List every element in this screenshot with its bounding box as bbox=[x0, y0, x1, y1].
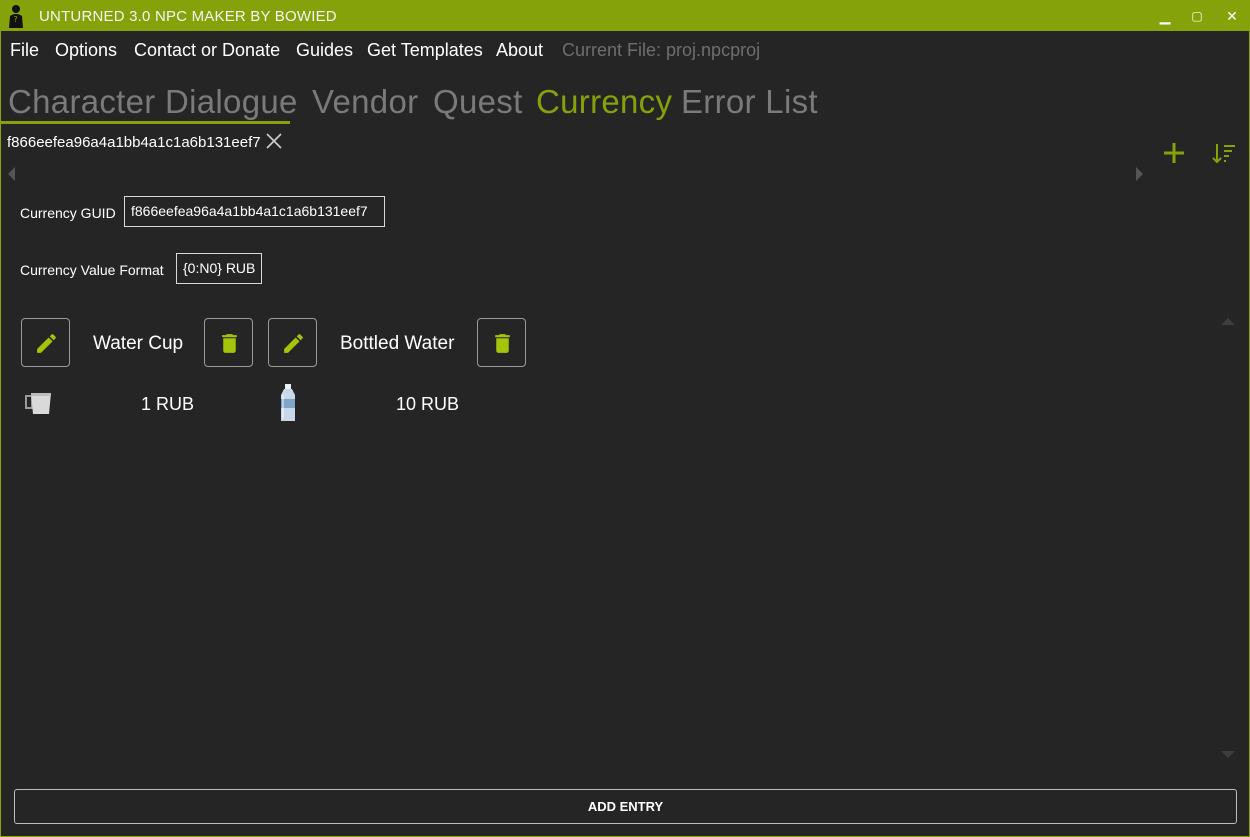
pencil-icon bbox=[37, 334, 56, 353]
guid-field[interactable]: f866eefea96a4a1bb4a1c1a6b131eef7 bbox=[124, 196, 385, 227]
close-icon[interactable] bbox=[264, 131, 284, 151]
scroll-right-icon[interactable] bbox=[1134, 166, 1144, 182]
trash-icon bbox=[222, 334, 237, 353]
delete-button[interactable] bbox=[477, 318, 526, 367]
scroll-down-icon[interactable] bbox=[1220, 750, 1236, 760]
tab-dialogue[interactable]: Dialogue bbox=[165, 83, 298, 121]
delete-button[interactable] bbox=[204, 318, 253, 367]
value-format-label: Currency Value Format bbox=[20, 262, 164, 278]
tab-quest[interactable]: Quest bbox=[433, 83, 523, 121]
scroll-up-icon[interactable] bbox=[1220, 316, 1236, 326]
title-bar: ? UNTURNED 3.0 NPC MAKER BY BOWIED ▁ ▢ ✕ bbox=[0, 0, 1250, 31]
minimize-button[interactable]: ▁ bbox=[1155, 6, 1175, 26]
close-window-button[interactable]: ✕ bbox=[1222, 6, 1242, 26]
tab-character[interactable]: Character bbox=[8, 83, 156, 121]
sort-icon[interactable] bbox=[1212, 142, 1236, 164]
menu-bar: File Options Contact or Donate Guides Ge… bbox=[0, 31, 1250, 67]
maximize-button[interactable]: ▢ bbox=[1187, 6, 1207, 26]
value-format-field[interactable]: {0:N0} RUB bbox=[176, 253, 262, 284]
tab-currency[interactable]: Currency bbox=[536, 83, 672, 121]
menu-guides[interactable]: Guides bbox=[296, 40, 353, 61]
water-cup-icon bbox=[25, 393, 51, 414]
menu-contact-or-donate[interactable]: Contact or Donate bbox=[134, 40, 280, 61]
edit-button[interactable] bbox=[21, 318, 70, 367]
entry-price: 10 RUB bbox=[396, 394, 460, 414]
add-entry-button[interactable]: ADD ENTRY bbox=[14, 789, 1237, 824]
entry-price: 1 RUB bbox=[141, 394, 195, 414]
trash-icon bbox=[495, 334, 510, 353]
menu-options[interactable]: Options bbox=[55, 40, 117, 61]
guid-label: Currency GUID bbox=[20, 205, 116, 221]
window-title: UNTURNED 3.0 NPC MAKER BY BOWIED bbox=[39, 8, 337, 25]
bottled-water-icon bbox=[281, 384, 295, 421]
current-file-label: Current File: proj.npcproj bbox=[562, 40, 761, 60]
npc-silhouette-icon: ? bbox=[9, 5, 23, 28]
pencil-icon bbox=[284, 334, 303, 353]
scroll-left-icon[interactable] bbox=[7, 166, 17, 182]
menu-about[interactable]: About bbox=[496, 40, 543, 61]
tab-underline bbox=[0, 121, 290, 124]
edit-button[interactable] bbox=[268, 318, 317, 367]
add-currency-button[interactable] bbox=[1161, 140, 1187, 166]
tab-error-list[interactable]: Error List bbox=[681, 83, 818, 121]
currency-subtab[interactable]: f866eefea96a4a1bb4a1c1a6b131eef7 bbox=[7, 134, 261, 151]
menu-get-templates[interactable]: Get Templates bbox=[367, 40, 483, 61]
menu-file[interactable]: File bbox=[10, 40, 39, 61]
tab-vendor[interactable]: Vendor bbox=[312, 83, 418, 121]
entry-name: Water Cup bbox=[93, 333, 184, 354]
entry-name: Bottled Water bbox=[340, 333, 455, 354]
window-frame bbox=[0, 0, 1250, 837]
svg-text:?: ? bbox=[14, 15, 18, 24]
